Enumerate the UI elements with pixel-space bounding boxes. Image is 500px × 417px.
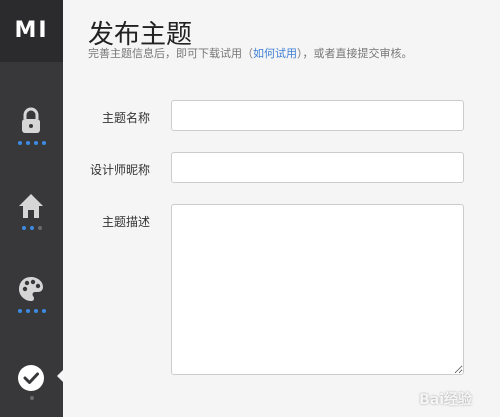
step-progress-dots	[0, 309, 63, 313]
theme-name-input[interactable]	[171, 100, 464, 131]
sidebar-item-publish[interactable]	[0, 357, 63, 417]
theme-name-label: 主题名称	[101, 111, 150, 125]
sidebar-item-home[interactable]	[0, 187, 63, 247]
watermark-text: Bai经验	[419, 392, 472, 408]
sidebar-item-palette[interactable]	[0, 272, 63, 332]
step-progress-dots	[0, 226, 63, 230]
theme-description-textarea[interactable]	[171, 204, 464, 375]
mi-logo[interactable]: MI	[0, 0, 63, 62]
designer-nickname-input[interactable]	[171, 152, 464, 183]
step-progress-dots	[0, 396, 63, 400]
subtitle-text-after: ），或者直接提交审核。	[297, 48, 413, 60]
theme-description-label: 主题描述	[101, 215, 150, 229]
sidebar: MI	[0, 0, 63, 417]
logo-text: MI	[14, 18, 49, 43]
lock-icon	[22, 107, 40, 133]
step-progress-dots	[0, 141, 63, 145]
subtitle-text-before: 完善主题信息后，即可下载试用（	[88, 48, 253, 60]
page-subtitle: 完善主题信息后，即可下载试用（如何试用），或者直接提交审核。	[88, 45, 413, 61]
designer-nickname-label: 设计师昵称	[89, 163, 150, 177]
how-to-try-link[interactable]: 如何试用	[253, 48, 297, 60]
active-step-pointer	[57, 370, 63, 382]
home-icon	[19, 194, 43, 218]
checkmark-circle-icon	[18, 365, 44, 391]
palette-icon	[19, 277, 43, 301]
sidebar-item-lock[interactable]	[0, 100, 63, 160]
